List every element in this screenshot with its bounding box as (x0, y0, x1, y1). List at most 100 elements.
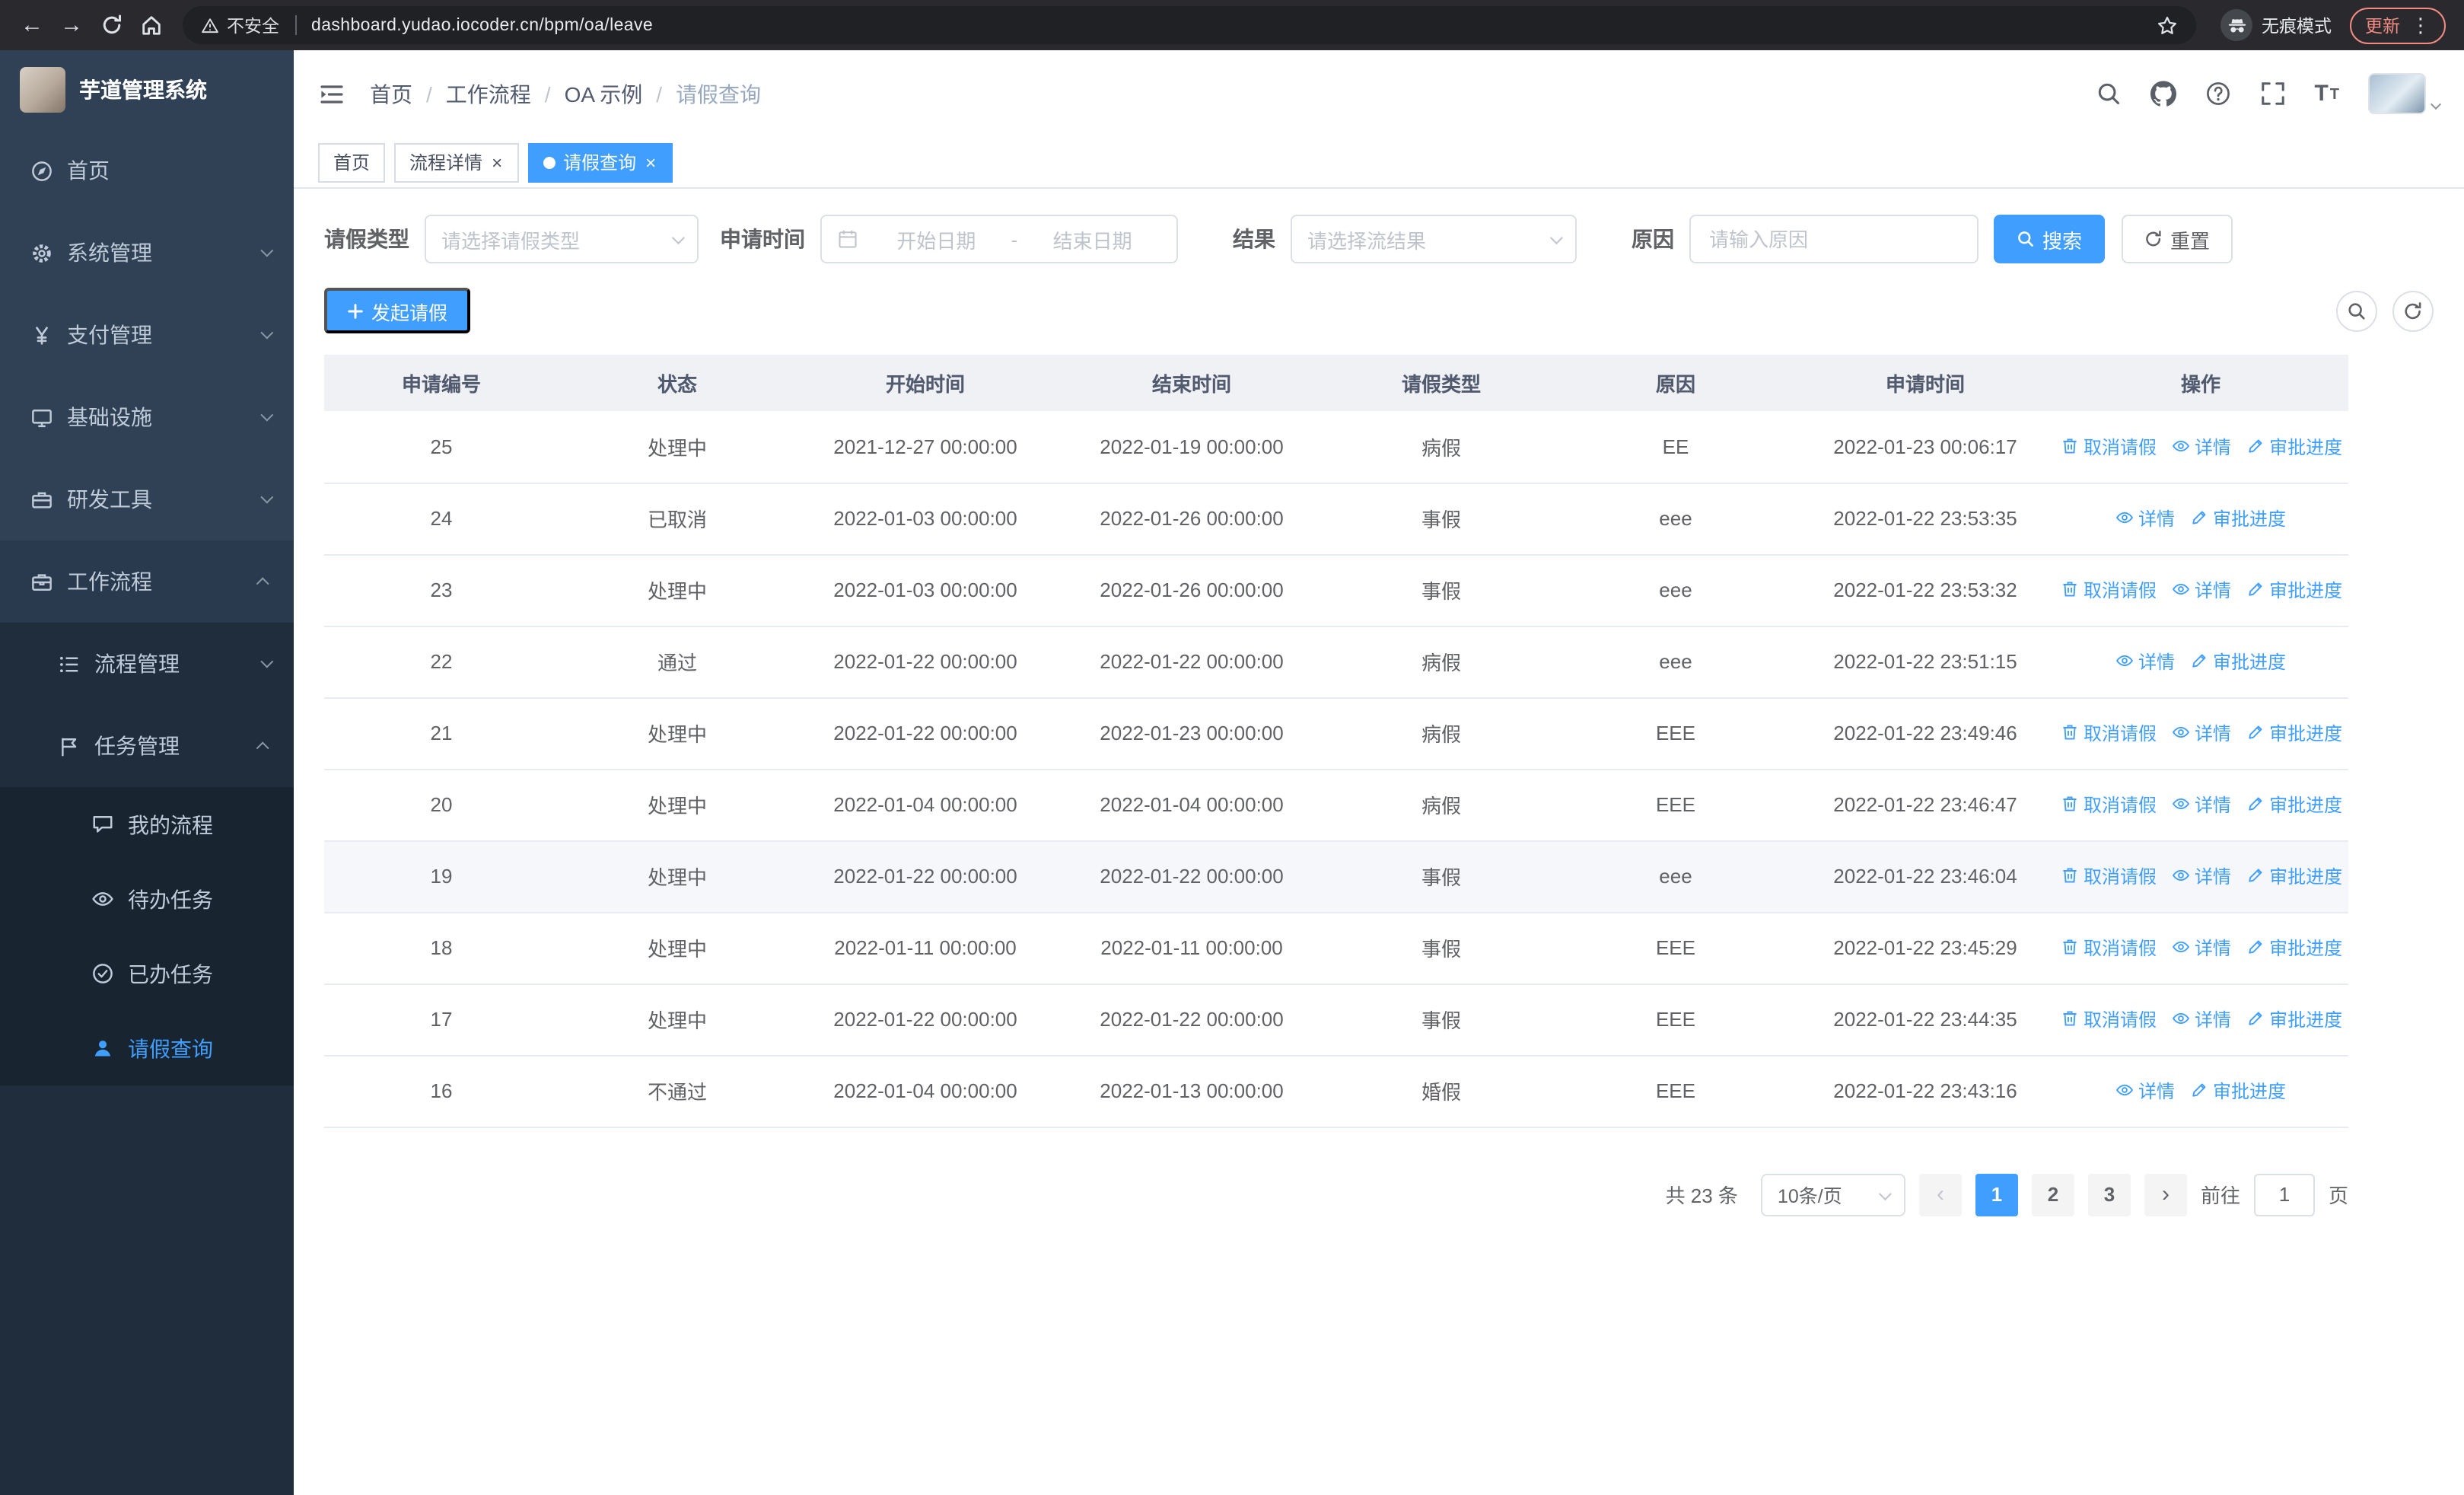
back-icon[interactable]: ← (12, 5, 52, 45)
url-bar[interactable]: 不安全 dashboard.yudao.iocoder.cn/bpm/oa/le… (183, 6, 2196, 44)
column-header: 原因 (1554, 355, 1797, 411)
trash-icon (2063, 725, 2077, 741)
cell-leave-type: 病假 (1329, 697, 1554, 770)
close-icon[interactable]: × (644, 153, 657, 171)
font-size-icon[interactable]: TT (2314, 82, 2339, 105)
sidebar-item-task-management[interactable]: 任务管理 (0, 705, 294, 787)
edit-icon (2249, 439, 2262, 453)
page-button-1[interactable]: 1 (1975, 1173, 2018, 1216)
action-audit-link[interactable]: 审批进度 (2190, 649, 2286, 674)
close-icon[interactable]: × (490, 153, 504, 171)
action-audit-link[interactable]: 审批进度 (2246, 577, 2342, 603)
cell-apply-id: 16 (324, 1055, 559, 1127)
leave-type-select[interactable]: 请选择请假类型 (425, 215, 699, 263)
page-button-2[interactable]: 2 (2031, 1173, 2074, 1216)
breadcrumb-home[interactable]: 首页 (370, 78, 412, 109)
apply-time-range-picker[interactable]: 开始日期 - 结束日期 (820, 215, 1178, 263)
reload-icon[interactable] (91, 5, 131, 45)
app-logo[interactable]: 芋道管理系统 (0, 50, 294, 129)
table-row: 21 处理中 2022-01-22 00:00:00 2022-01-23 00:00… (324, 697, 2348, 770)
action-detail-link[interactable]: 详情 (2172, 433, 2231, 459)
sidebar-item-done-tasks[interactable]: 已办任务 (0, 936, 294, 1011)
table-row: 16 不通过 2022-01-04 00:00:00 2022-01-13 00:00… (324, 1055, 2348, 1127)
action-detail-link[interactable]: 详情 (2172, 1006, 2231, 1032)
fullscreen-icon[interactable] (2259, 81, 2285, 107)
sidebar-item-my-processes[interactable]: 我的流程 (0, 787, 294, 862)
sidebar-item-process-management[interactable]: 流程管理 (0, 623, 294, 705)
prev-page-button[interactable]: ‹ (1918, 1173, 1962, 1216)
sidebar-item-workflow[interactable]: 工作流程 (0, 540, 294, 623)
sidebar-item-infrastructure[interactable]: 基础设施 (0, 376, 294, 458)
action-cancel-link[interactable]: 取消请假 (2061, 863, 2157, 889)
goto-page-input[interactable] (2253, 1173, 2315, 1216)
github-icon[interactable] (2150, 81, 2176, 107)
cell-apply-id: 24 (324, 483, 559, 555)
check-icon (93, 964, 113, 983)
search-button[interactable]: 搜索 (1994, 215, 2106, 263)
next-page-button[interactable]: › (2144, 1173, 2187, 1216)
action-detail-link[interactable]: 详情 (2115, 649, 2175, 674)
sidebar-item-label: 任务管理 (94, 734, 180, 758)
sidebar-item-leave-query[interactable]: 请假查询 (0, 1011, 294, 1085)
action-audit-link[interactable]: 审批进度 (2246, 863, 2342, 889)
sidebar-item-payment[interactable]: 支付管理 (0, 294, 294, 376)
page-size-select[interactable]: 10条/页 (1760, 1173, 1905, 1216)
result-select[interactable]: 请选择流结果 (1291, 215, 1577, 263)
reason-input[interactable] (1689, 215, 1979, 263)
sidebar-item-label: 已办任务 (128, 961, 213, 986)
browser-menu-icon[interactable]: ⋮ (2411, 15, 2431, 35)
reset-button[interactable]: 重置 (2122, 215, 2233, 263)
action-cancel-link[interactable]: 取消请假 (2061, 1006, 2157, 1032)
security-warning[interactable]: 不安全 (201, 13, 279, 37)
eye-icon (2172, 942, 2190, 953)
bookmark-star-icon[interactable] (2157, 14, 2178, 36)
action-detail-link[interactable]: 详情 (2172, 577, 2231, 603)
action-detail-link[interactable]: 详情 (2115, 505, 2175, 531)
refresh-table-icon[interactable] (2392, 290, 2434, 331)
tab-process-detail[interactable]: 流程详情 × (394, 142, 520, 182)
tab-home[interactable]: 首页 (318, 142, 386, 182)
cell-end-time: 2022-01-22 00:00:00 (1055, 840, 1329, 913)
sidebar-item-home[interactable]: 首页 (0, 129, 294, 212)
yen-icon (36, 326, 48, 344)
table-row: 18 处理中 2022-01-11 00:00:00 2022-01-11 00:00… (324, 912, 2348, 984)
user-menu[interactable] (2368, 73, 2442, 114)
action-detail-link[interactable]: 详情 (2115, 1078, 2175, 1104)
help-icon[interactable] (2205, 81, 2230, 107)
cell-end-time: 2022-01-22 00:00:00 (1055, 983, 1329, 1056)
action-audit-link[interactable]: 审批进度 (2246, 792, 2342, 818)
tab-leave-query[interactable]: 请假查询 × (528, 142, 673, 182)
action-cancel-link[interactable]: 取消请假 (2061, 577, 2157, 603)
action-detail-link[interactable]: 详情 (2172, 720, 2231, 746)
action-audit-link[interactable]: 审批进度 (2246, 433, 2342, 459)
create-leave-button[interactable]: 发起请假 (324, 288, 471, 333)
breadcrumb-oa-example[interactable]: OA 示例 (531, 78, 643, 109)
page-button-3[interactable]: 3 (2087, 1173, 2131, 1216)
sidebar-item-system[interactable]: 系统管理 (0, 212, 294, 294)
search-icon[interactable] (2095, 81, 2121, 107)
action-detail-link[interactable]: 详情 (2172, 792, 2231, 818)
action-audit-link[interactable]: 审批进度 (2246, 720, 2342, 746)
action-cancel-link[interactable]: 取消请假 (2061, 935, 2157, 961)
browser-update-button[interactable]: 更新 ⋮ (2350, 7, 2446, 43)
cell-actions: 详情 审批进度 (2053, 483, 2348, 555)
user-icon (94, 1041, 111, 1057)
action-cancel-link[interactable]: 取消请假 (2061, 433, 2157, 459)
toggle-search-icon[interactable] (2336, 290, 2377, 331)
sidebar-item-todo-tasks[interactable]: 待办任务 (0, 862, 294, 936)
breadcrumb-workflow[interactable]: 工作流程 (412, 78, 531, 109)
sidebar-item-devtools[interactable]: 研发工具 (0, 458, 294, 540)
sidebar-toggle-icon[interactable] (318, 80, 345, 107)
action-audit-link[interactable]: 审批进度 (2190, 1078, 2286, 1104)
home-icon[interactable] (131, 5, 170, 45)
action-cancel-link[interactable]: 取消请假 (2061, 792, 2157, 818)
action-audit-link[interactable]: 审批进度 (2190, 505, 2286, 531)
sidebar-item-label: 支付管理 (67, 323, 152, 347)
action-audit-link[interactable]: 审批进度 (2246, 1006, 2342, 1032)
action-audit-link[interactable]: 审批进度 (2246, 935, 2342, 961)
forward-icon[interactable]: → (52, 5, 91, 45)
cell-reason: EEE (1554, 912, 1797, 984)
action-cancel-link[interactable]: 取消请假 (2061, 720, 2157, 746)
action-detail-link[interactable]: 详情 (2172, 935, 2231, 961)
action-detail-link[interactable]: 详情 (2172, 863, 2231, 889)
